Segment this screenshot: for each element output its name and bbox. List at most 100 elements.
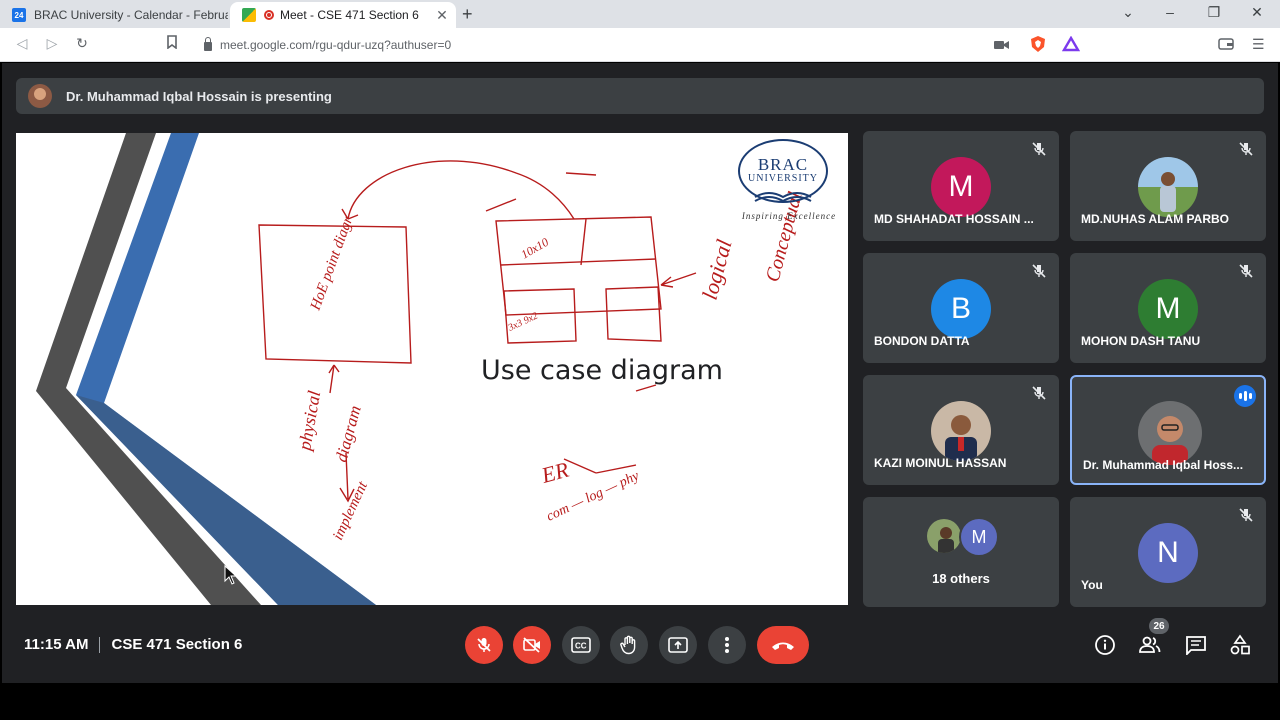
mic-toggle-button[interactable] (465, 626, 503, 664)
url-field[interactable]: meet.google.com/rgu-qdur-uzq?authuser=0 (192, 32, 1088, 58)
url-text: meet.google.com/rgu-qdur-uzq?authuser=0 (220, 38, 452, 52)
mic-off-icon (1239, 508, 1253, 522)
others-tile[interactable]: M 18 others (863, 497, 1059, 607)
tab-calendar[interactable]: 24 BRAC University - Calendar - February (0, 2, 228, 28)
meeting-details: 11:15 AM CSE 471 Section 6 (24, 636, 242, 653)
reload-icon[interactable]: ↻ (72, 35, 92, 52)
hand-icon (620, 635, 636, 655)
chat-icon (1186, 636, 1206, 655)
avatar: B (931, 279, 991, 339)
people-icon (1139, 636, 1161, 653)
meeting-info-button[interactable] (1093, 633, 1117, 657)
svg-text:CC: CC (575, 642, 587, 651)
back-icon[interactable]: ◁ (12, 35, 32, 52)
participant-name: BONDON DATTA (874, 334, 970, 348)
calendar-favicon-icon: 24 (12, 8, 26, 22)
er-label: ER (538, 457, 572, 489)
avatar (931, 401, 991, 461)
wallet-icon[interactable] (1218, 37, 1234, 56)
mic-off-icon (1032, 386, 1046, 400)
mic-off-icon (1239, 142, 1253, 156)
close-tab-icon[interactable]: ✕ (432, 7, 452, 24)
tab-search-icon[interactable]: ⌄ (1113, 4, 1143, 21)
camera-toggle-button[interactable] (513, 626, 551, 664)
physical-label: physical (294, 389, 324, 454)
mic-off-icon (477, 638, 491, 652)
mouse-cursor-icon (224, 565, 238, 585)
meet-window: Dr. Muhammad Iqbal Hossain is presenting (2, 63, 1278, 683)
mic-off-icon (1239, 264, 1253, 278)
maximize-button[interactable]: ❐ (1199, 4, 1229, 21)
participant-tile-speaking[interactable]: Dr. Muhammad Iqbal Hoss... (1070, 375, 1266, 485)
self-tile[interactable]: N You (1070, 497, 1266, 607)
menu-icon[interactable]: ☰ (1252, 36, 1265, 53)
close-window-button[interactable]: ✕ (1242, 4, 1272, 21)
present-screen-button[interactable] (659, 626, 697, 664)
browser-tab-bar: 24 BRAC University - Calendar - February… (0, 0, 1280, 28)
mic-off-icon (1032, 264, 1046, 278)
avatar: M (931, 157, 991, 217)
divider (99, 636, 101, 653)
avatar: M (1138, 279, 1198, 339)
bookmark-icon[interactable] (162, 35, 182, 52)
hang-up-icon (772, 642, 794, 650)
more-vert-icon (725, 637, 729, 653)
tab-title: Meet - CSE 471 Section 6 (280, 8, 419, 22)
handwritten-diagram: HoE point diagr 10x10 3x3 9x2 logical Co… (258, 160, 807, 543)
chat-button[interactable] (1184, 633, 1208, 657)
tab-meet[interactable]: Meet - CSE 471 Section 6 ✕ (230, 2, 456, 28)
address-bar: ◁ ▷ ↻ meet.google.com/rgu-qdur-uzq?authu… (0, 28, 1280, 62)
recording-icon (264, 10, 274, 20)
leave-call-button[interactable] (757, 626, 809, 664)
brave-shield-icon[interactable] (1030, 35, 1046, 58)
raise-hand-button[interactable] (610, 626, 648, 664)
participant-name: MOHON DASH TANU (1081, 334, 1201, 348)
new-tab-button[interactable]: + (462, 4, 473, 25)
lock-icon (204, 37, 212, 51)
presenting-label: Dr. Muhammad Iqbal Hossain is presenting (66, 88, 332, 104)
people-button[interactable] (1138, 633, 1162, 657)
avatar: N (1138, 523, 1198, 583)
captions-icon: CC (571, 637, 591, 653)
implement-label: implement (330, 479, 371, 543)
brac-logo: BRAC UNIVERSITY Inspiring Excellence (734, 139, 844, 221)
avatar: M (959, 517, 999, 557)
book-icon (754, 192, 812, 203)
more-options-button[interactable] (708, 626, 746, 664)
present-icon (668, 637, 688, 653)
meeting-name: CSE 471 Section 6 (111, 636, 243, 653)
box-label: HoE point diagr (307, 214, 356, 313)
clock-time: 11:15 AM (24, 636, 89, 653)
avatar (1138, 157, 1198, 217)
avatar (1138, 401, 1202, 465)
activities-button[interactable] (1228, 633, 1252, 657)
slide-title: Use case diagram (481, 355, 723, 386)
meet-favicon-icon (242, 8, 256, 22)
participant-tile[interactable]: M MD SHAHADAT HOSSAIN ... (863, 131, 1059, 241)
logo-tagline: Inspiring Excellence (741, 211, 837, 221)
participant-name: Dr. Muhammad Iqbal Hoss... (1083, 458, 1244, 472)
brave-rewards-icon[interactable] (1061, 35, 1081, 57)
speaking-indicator-icon (1234, 385, 1256, 407)
avatar (925, 517, 963, 555)
participant-tile[interactable]: B BONDON DATTA (863, 253, 1059, 363)
camera-off-icon (523, 637, 540, 653)
avatar (28, 84, 52, 108)
participant-tile[interactable]: MD.NUHAS ALAM PARBO (1070, 131, 1266, 241)
activities-icon (1230, 634, 1250, 655)
diagram-label: diagram (332, 403, 365, 464)
camera-permission-icon[interactable] (994, 38, 1010, 56)
participant-tile[interactable]: M MOHON DASH TANU (1070, 253, 1266, 363)
info-icon (1095, 635, 1115, 655)
participant-tile[interactable]: KAZI MOINUL HASSAN (863, 375, 1059, 485)
logo-sub: UNIVERSITY (748, 173, 818, 184)
captions-button[interactable]: CC (562, 626, 600, 664)
minimize-button[interactable]: – (1155, 4, 1185, 20)
participant-name: You (1081, 578, 1103, 592)
logo-name: BRAC (757, 155, 809, 174)
logical-label: logical (697, 237, 737, 302)
mic-off-icon (1032, 142, 1046, 156)
participant-name: KAZI MOINUL HASSAN (874, 456, 1007, 470)
forward-icon[interactable]: ▷ (42, 35, 62, 52)
participant-name: MD.NUHAS ALAM PARBO (1081, 212, 1229, 226)
